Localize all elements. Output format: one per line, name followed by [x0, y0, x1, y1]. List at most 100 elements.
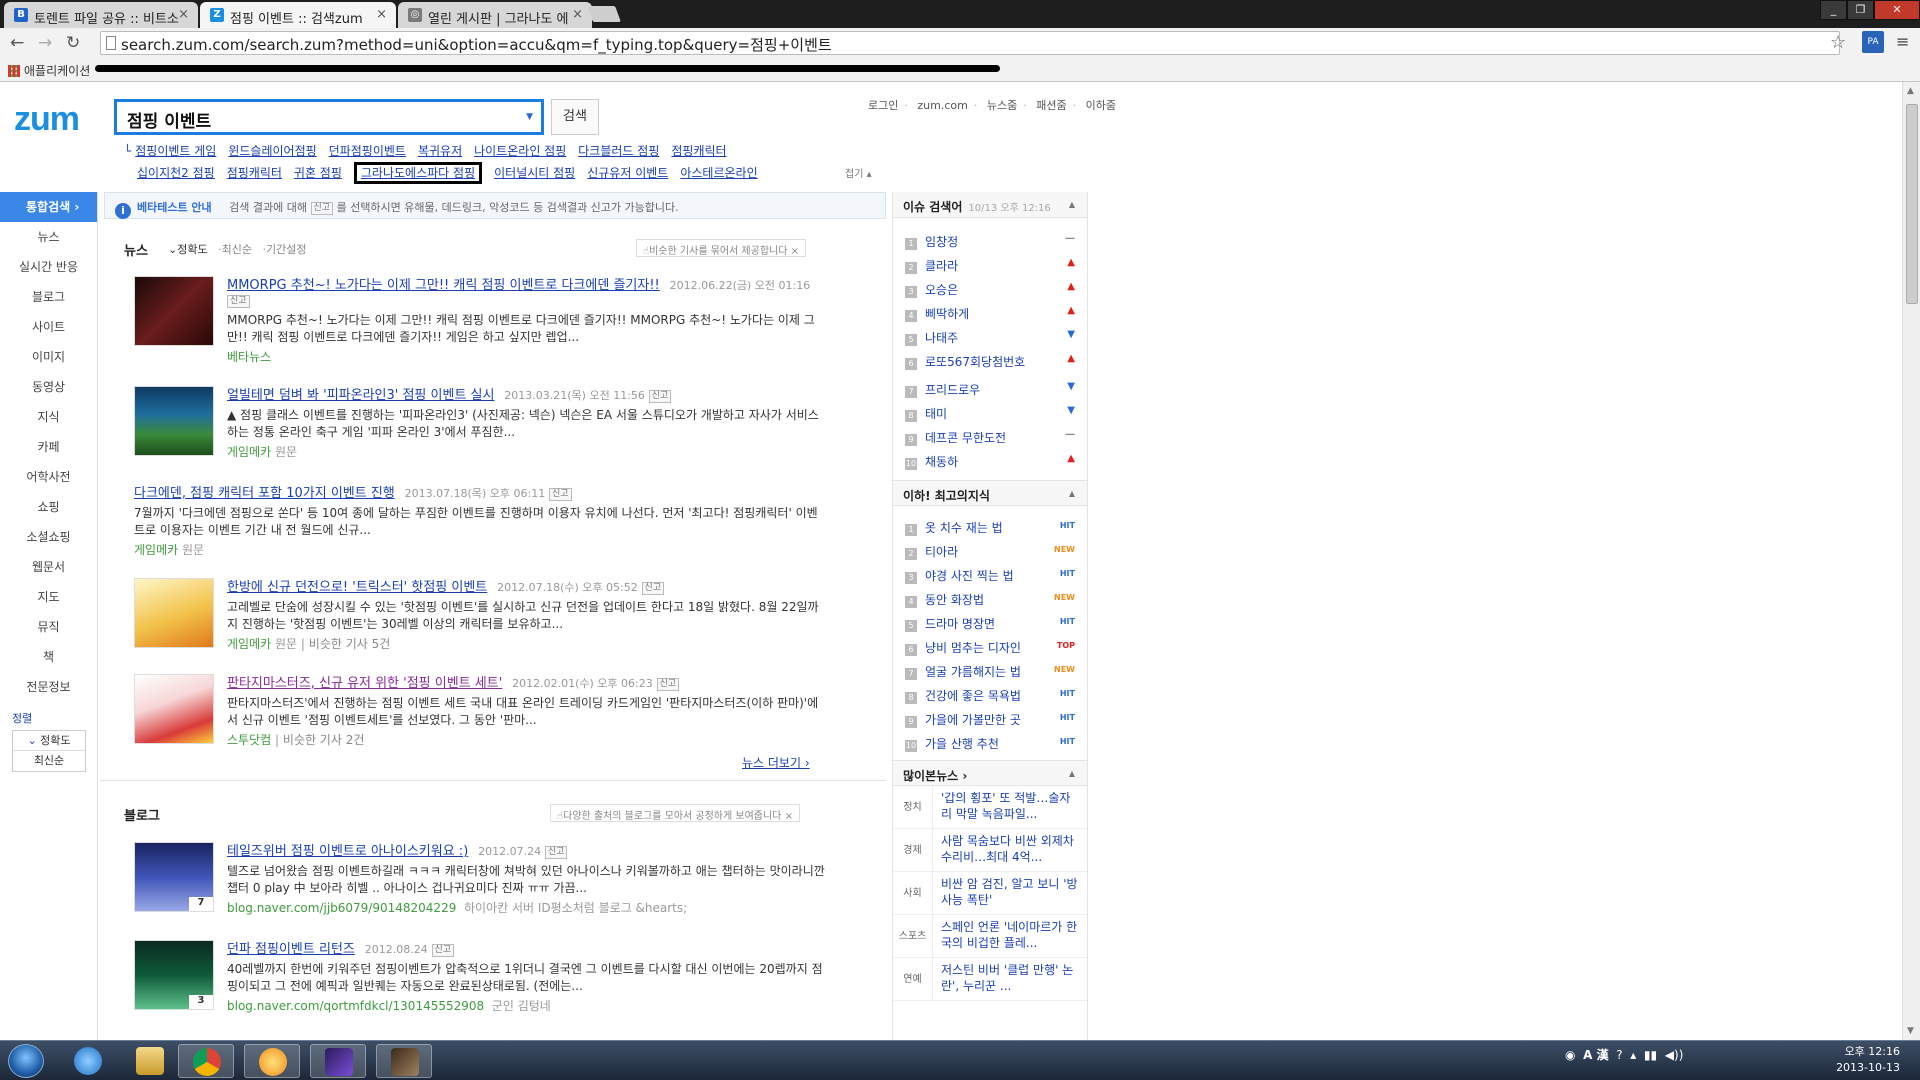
extension-icon[interactable]: PA [1862, 31, 1884, 53]
nav-item-news[interactable]: 뉴스 [0, 222, 97, 252]
news-title-link[interactable]: 얼빌테면 덤벼 봐 '피파온라인3' 점핑 이벤트 실시 [227, 388, 494, 403]
most-viewed-headline[interactable]: 사람 목숨보다 비싼 외제차 수리비…최대 4억... [933, 829, 1087, 871]
nav-item-realtime[interactable]: 실시간 반응 [0, 252, 97, 282]
news-title-link[interactable]: 판타지마스터즈, 신규 유저 위한 '점핑 이벤트 세트' [227, 676, 502, 691]
knowledge-item[interactable]: 5 드라마 명장면 HIT [893, 610, 1087, 634]
tab-close-icon[interactable]: × [572, 7, 583, 22]
related-link[interactable]: 신규유저 이벤트 [587, 166, 668, 180]
most-viewed-headline[interactable]: 비싼 암 검진, 알고 보니 '방사능 폭탄' [933, 872, 1087, 914]
date-range-link[interactable]: ·기간설정 [262, 243, 306, 256]
related-link[interactable]: 점핑이벤트 게임 [135, 144, 216, 158]
knowledge-item[interactable]: 10 가을 산행 추천 HIT [893, 730, 1087, 754]
issue-keyword[interactable]: 1 임창정 — [893, 228, 1087, 252]
back-arrow-icon[interactable]: ← [10, 33, 24, 53]
nav-item-image[interactable]: 이미지 [0, 342, 97, 372]
maximize-button[interactable]: ❐ [1847, 0, 1874, 20]
knowledge-item[interactable]: 2 티아라 NEW [893, 538, 1087, 562]
report-tag[interactable]: 신고 [648, 390, 672, 403]
close-window-button[interactable]: ✕ [1874, 0, 1920, 20]
news-thumbnail[interactable] [134, 386, 214, 456]
most-viewed-item[interactable]: 사회 비싼 암 검진, 알고 보니 '방사능 폭탄' [893, 872, 1087, 915]
nav-item-webdocs[interactable]: 웹문서 [0, 552, 97, 582]
bookmark-star-icon[interactable]: ☆ [1830, 32, 1846, 53]
apps-shortcut[interactable]: 애플리케이션 [8, 62, 90, 79]
fashionzum-link[interactable]: 패션줌 [1036, 99, 1066, 112]
report-tag[interactable]: 신고 [544, 846, 568, 859]
report-tag[interactable]: 신고 [549, 488, 572, 501]
menu-icon[interactable]: ≡ [1896, 32, 1909, 51]
zum-logo[interactable]: zum [14, 100, 80, 139]
search-button[interactable]: 검색 [551, 99, 599, 135]
game-taskbar-icon[interactable] [376, 1044, 432, 1078]
related-link[interactable]: 십이지천2 점핑 [137, 166, 215, 180]
news-title-link[interactable]: 한방에 신규 던전으로! '트릭스터' 핫점핑 이벤트 [227, 580, 487, 595]
related-link[interactable]: 아스테르온라인 [680, 166, 757, 180]
most-viewed-item[interactable]: 경제 사람 목숨보다 비싼 외제차 수리비…최대 4억... [893, 829, 1087, 872]
knowledge-item[interactable]: 7 얼굴 갸름해지는 법 NEW [893, 658, 1087, 682]
tab-zum-search[interactable]: Z 점핑 이벤트 :: 검색zum × [200, 2, 396, 28]
sort-latest[interactable]: 최신순 [13, 751, 85, 771]
nav-item-social-shopping[interactable]: 소셜쇼핑 [0, 522, 97, 552]
sort-accuracy-link[interactable]: ⌄정확도 [168, 243, 208, 256]
login-link[interactable]: 로그인 [868, 99, 898, 112]
zum-home-link[interactable]: zum.com [917, 99, 967, 112]
newszum-link[interactable]: 뉴스줌 [987, 99, 1017, 112]
chrome-taskbar-icon[interactable] [178, 1044, 234, 1078]
report-tag[interactable]: 신고 [641, 582, 665, 595]
sort-latest-link[interactable]: ·최신순 [218, 243, 252, 256]
explorer-taskbar-icon[interactable] [122, 1044, 178, 1078]
nav-item-site[interactable]: 사이트 [0, 312, 97, 342]
related-link[interactable]: 귀혼 점핑 [294, 166, 342, 180]
taskbar-clock[interactable]: 오후 12:16 2013-10-13 [1830, 1044, 1900, 1076]
similar-articles-link[interactable]: 비슷한 기사 2건 [283, 733, 365, 747]
related-link[interactable]: 이터널시티 점핑 [494, 166, 575, 180]
most-viewed-item[interactable]: 스포츠 스페인 언론 '네이마르가 한국의 비겁한 플레... [893, 915, 1087, 958]
new-tab-button[interactable] [587, 6, 621, 22]
knowledge-item[interactable]: 1 옷 치수 재는 법 HIT [893, 514, 1087, 538]
issue-keyword[interactable]: 5 나태주 ▼ [893, 324, 1087, 348]
issue-keyword[interactable]: 4 삐딱하게 ▲ [893, 300, 1087, 324]
search-input[interactable]: 점핑 이벤트 ▼ [114, 99, 544, 135]
nav-item-video[interactable]: 동영상 [0, 372, 97, 402]
nav-item-expert[interactable]: 전문정보 [0, 672, 97, 702]
collapse-icon[interactable]: ▲ [1069, 769, 1075, 778]
most-viewed-headline[interactable]: 저스틴 비버 '클럽 만행' 논란', 누리꾼 ... [933, 958, 1087, 1000]
knowledge-item[interactable]: 3 야경 사진 찍는 법 HIT [893, 562, 1087, 586]
nav-item-blog[interactable]: 블로그 [0, 282, 97, 312]
knowledge-item[interactable]: 9 가을에 가볼만한 곳 HIT [893, 706, 1087, 730]
sort-accuracy[interactable]: ⌄ 정확도 [13, 731, 85, 751]
knowledge-item[interactable]: 8 건강에 좋은 목욕법 HIT [893, 682, 1087, 706]
blog-title-link[interactable]: 던파 점핑이벤트 리턴즈 [227, 942, 355, 957]
collapse-icon[interactable]: ▲ [1069, 489, 1075, 498]
ime-icon[interactable]: A 漢 [1583, 1048, 1608, 1062]
network-icon[interactable]: ▮▮ [1644, 1048, 1657, 1062]
minimize-button[interactable]: _ [1820, 0, 1847, 20]
most-viewed-item[interactable]: 정치 '갑의 횡포' 또 적발…술자리 막말 녹음파일... [893, 786, 1087, 829]
forward-arrow-icon[interactable]: → [38, 33, 52, 53]
issue-keyword[interactable]: 9 데프콘 무한도전 — [893, 424, 1087, 448]
news-source[interactable]: 게임메카 원문 [227, 443, 827, 460]
report-tag[interactable]: 신고 [431, 944, 455, 957]
fold-toggle[interactable]: 접기 ▴ [845, 165, 872, 180]
tab-close-icon[interactable]: × [178, 7, 189, 22]
news-more-link[interactable]: 뉴스 더보기 › [742, 754, 810, 771]
tab-bitsoo[interactable]: B 토렌트 파일 공유 :: 비트소 × [4, 2, 198, 28]
most-viewed-headline[interactable]: '갑의 횡포' 또 적발…술자리 막말 녹음파일... [933, 786, 1087, 828]
nav-item-knowledge[interactable]: 지식 [0, 402, 97, 432]
related-link[interactable]: 점핑캐릭터 [671, 144, 726, 158]
app-taskbar-icon[interactable] [244, 1044, 300, 1078]
news-title-link[interactable]: 다크에덴, 점핑 캐릭터 포함 10가지 이벤트 진행 [134, 486, 395, 501]
help-icon[interactable]: ? [1616, 1048, 1622, 1062]
address-bar[interactable]: search.zum.com/search.zum?method=uni&opt… [100, 31, 1840, 55]
nav-item-map[interactable]: 지도 [0, 582, 97, 612]
related-link[interactable]: 던파점핑이벤트 [329, 144, 406, 158]
visual-studio-taskbar-icon[interactable] [310, 1044, 366, 1078]
blog-thumbnail[interactable]: 3 [134, 940, 214, 1010]
knowledge-item[interactable]: 6 냥비 멈추는 디자인 TOP [893, 634, 1087, 658]
dropdown-arrow-icon[interactable]: ▼ [526, 112, 533, 122]
nav-item-music[interactable]: 뮤직 [0, 612, 97, 642]
most-viewed-headline[interactable]: 스페인 언론 '네이마르가 한국의 비겁한 플레... [933, 915, 1087, 957]
scroll-down-icon[interactable]: ▼ [1907, 1026, 1914, 1036]
tab-granado[interactable]: ◎ 열린 게시판 | 그라나도 에 × [398, 2, 592, 28]
issue-keyword[interactable]: 7 프리드로우 ▼ [893, 376, 1087, 400]
